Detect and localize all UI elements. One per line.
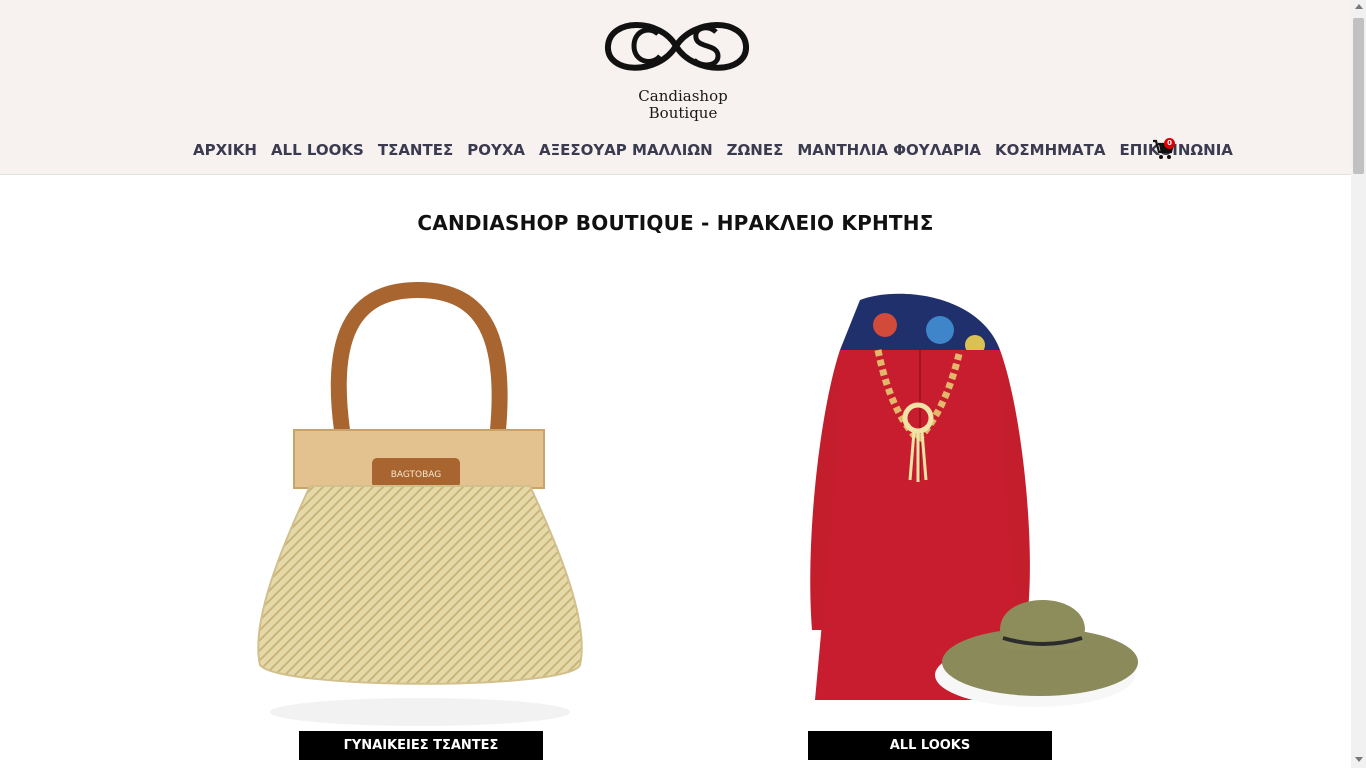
brand-name: Candiashop Boutique <box>600 88 766 122</box>
page-scrollbar[interactable] <box>1351 0 1366 768</box>
scroll-up-icon[interactable] <box>1355 4 1363 9</box>
cart-count-badge: 0 <box>1164 138 1175 149</box>
page-title: CANDIASHOP BOUTIQUE - ΗΡΑΚΛΕΙΟ ΚΡΗΤΗΣ <box>417 211 934 236</box>
scroll-thumb[interactable] <box>1353 18 1364 174</box>
nav-item-bags[interactable]: ΤΣΑΝΤΕΣ <box>371 141 460 159</box>
scroll-down-icon[interactable] <box>1355 757 1363 762</box>
outfit-look-image[interactable] <box>800 290 1145 720</box>
main-nav: ΑΡΧΙΚΗ ALL LOOKS ΤΣΑΝΤΕΣ ΡΟΥΧΑ ΑΞΕΣΟΥΑΡ … <box>186 138 1240 162</box>
handbag-image[interactable]: BAGTOBAG <box>250 280 590 730</box>
nav-item-contact[interactable]: ΕΠΙΚΟΙΝΩΝΙΑ <box>1113 141 1240 159</box>
nav-item-belts[interactable]: ΖΩΝΕΣ <box>720 141 791 159</box>
nav-item-home[interactable]: ΑΡΧΙΚΗ <box>186 141 264 159</box>
brand-name-line1: Candiashop <box>638 87 728 105</box>
nav-item-scarves[interactable]: ΜΑΝΤΗΛΙΑ ΦΟΥΛΑΡΙΑ <box>790 141 988 159</box>
nav-item-all-looks[interactable]: ALL LOOKS <box>264 141 371 159</box>
site-header: Candiashop Boutique ΑΡΧΙΚΗ ALL LOOKS ΤΣΑ… <box>0 0 1351 175</box>
brand-name-line2: Boutique <box>648 104 718 122</box>
all-looks-button[interactable]: ALL LOOKS <box>808 731 1052 760</box>
bag-brand-label: BAGTOBAG <box>391 470 442 480</box>
nav-item-hair-accessories[interactable]: ΑΞΕΣΟΥΑΡ ΜΑΛΛΙΩΝ <box>532 141 720 159</box>
nav-item-clothes[interactable]: ΡΟΥΧΑ <box>460 141 532 159</box>
womens-bags-button[interactable]: ΓΥΝΑΙΚΕΙΕΣ ΤΣΑΝΤΕΣ <box>299 731 543 760</box>
nav-item-jewelry[interactable]: ΚΟΣΜΗΜΑΤΑ <box>988 141 1112 159</box>
